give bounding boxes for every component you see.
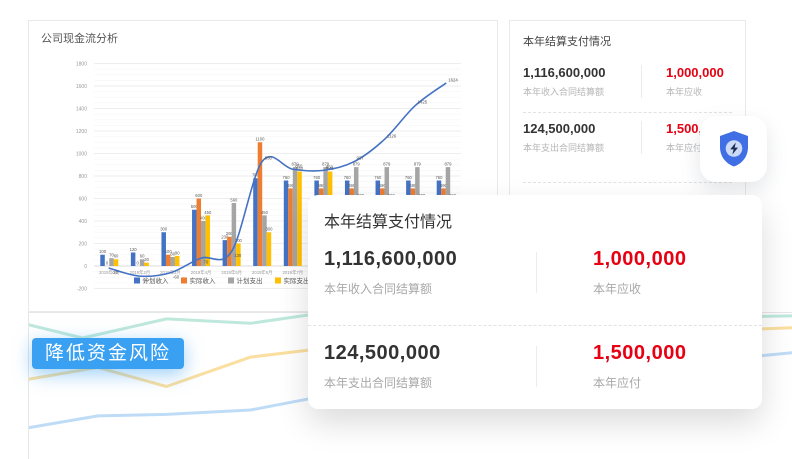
column-divider [641,65,642,98]
svg-text:实际支出: 实际支出 [284,276,310,285]
svg-text:1800: 1800 [76,61,87,67]
popup-income-settlement-value: 1,116,600,000 [324,248,536,271]
cashflow-card-title: 公司现金流分析 [41,30,497,46]
popup-expense-settlement-label: 本年支出合同结算额 [324,374,536,391]
svg-text:800: 800 [79,174,88,180]
svg-text:760: 760 [283,175,291,180]
receivable-value: 1,000,000 [666,65,724,80]
svg-text:450: 450 [261,210,269,215]
svg-text:1425: 1425 [418,100,428,105]
svg-text:60: 60 [114,254,119,259]
svg-text:850: 850 [326,164,334,169]
svg-text:120: 120 [130,247,138,252]
svg-text:-20: -20 [112,270,119,275]
popup-title: 本年结算支付情况 [324,208,746,232]
svg-text:2019年6月: 2019年6月 [252,269,273,276]
income-settlement-value: 1,116,600,000 [523,65,641,80]
svg-text:2019年7月: 2019年7月 [283,269,304,276]
popup-income-settlement-label: 本年收入合同结算额 [324,280,536,297]
svg-text:计划收入: 计划收入 [143,276,170,285]
svg-text:1400: 1400 [76,106,87,112]
svg-text:70: 70 [204,260,209,265]
svg-text:879: 879 [383,162,391,167]
svg-text:-60: -60 [173,274,180,279]
svg-text:130: 130 [234,253,242,258]
svg-text:600: 600 [79,196,88,202]
popup-receivable-label: 本年应收 [593,280,686,297]
svg-text:实际收入: 实际收入 [190,276,217,285]
svg-text:2019年4月: 2019年4月 [191,269,212,276]
shield-icon [710,125,758,173]
svg-text:1100: 1100 [255,137,265,142]
settlement-panel-title: 本年结算支付情况 [523,33,732,49]
dashboard: 公司现金流分析 -2000200400600800100012001400160… [0,0,792,459]
svg-text:1624: 1624 [448,77,458,82]
svg-text:760: 760 [344,175,352,180]
svg-text:0: 0 [136,260,139,265]
svg-text:927: 927 [356,156,364,161]
svg-text:1000: 1000 [76,151,87,157]
svg-text:760: 760 [435,175,443,180]
svg-text:760: 760 [313,175,321,180]
security-feature-card [700,116,767,182]
income-settlement-label: 本年收入合同结算额 [523,85,641,98]
svg-text:1200: 1200 [76,129,87,135]
svg-text:1126: 1126 [387,133,397,138]
svg-text:0: 0 [106,260,109,265]
svg-text:1600: 1600 [76,84,87,90]
receivable-label: 本年应收 [666,85,724,98]
popup-payable-value: 1,500,000 [593,342,686,365]
column-divider [641,121,642,154]
panel-row-income: 1,116,600,000 本年收入合同结算额 1,000,000 本年应收 [523,57,732,113]
popup-payable-label: 本年应付 [593,374,686,391]
svg-text:760: 760 [374,175,382,180]
svg-text:600: 600 [195,193,203,198]
popup-row-income: 1,116,600,000 本年收入合同结算额 1,000,000 本年应收 [324,248,746,297]
svg-text:450: 450 [204,210,212,215]
svg-text:300: 300 [160,227,168,232]
svg-text:2019年5月: 2019年5月 [221,269,242,276]
svg-text:879: 879 [444,162,452,167]
svg-text:760: 760 [405,175,413,180]
svg-text:0: 0 [84,264,87,270]
risk-reduction-badge[interactable]: 降低资金风险 [32,338,184,369]
settlement-popup: 本年结算支付情况 1,116,600,000 本年收入合同结算额 1,000,0… [308,195,762,409]
svg-text:400: 400 [79,219,88,225]
svg-text:860: 860 [295,163,303,168]
popup-receivable-value: 1,000,000 [593,248,686,271]
column-divider [536,346,537,387]
svg-text:879: 879 [414,162,422,167]
svg-text:30: 30 [144,257,149,262]
svg-text:100: 100 [99,249,107,254]
svg-text:300: 300 [265,227,273,232]
popup-row-expense: 124,500,000 本年支出合同结算额 1,500,000 本年应付 [324,342,746,391]
popup-row-divider [308,325,762,326]
svg-text:560: 560 [230,197,238,202]
expense-settlement-label: 本年支出合同结算额 [523,141,641,154]
column-divider [536,252,537,293]
svg-text:930: 930 [265,155,273,160]
svg-text:计划支出: 计划支出 [237,276,263,285]
svg-text:-200: -200 [77,286,87,292]
expense-settlement-value: 124,500,000 [523,121,641,136]
svg-text:90: 90 [175,250,180,255]
popup-expense-settlement-value: 124,500,000 [324,342,536,365]
svg-text:200: 200 [79,241,88,247]
